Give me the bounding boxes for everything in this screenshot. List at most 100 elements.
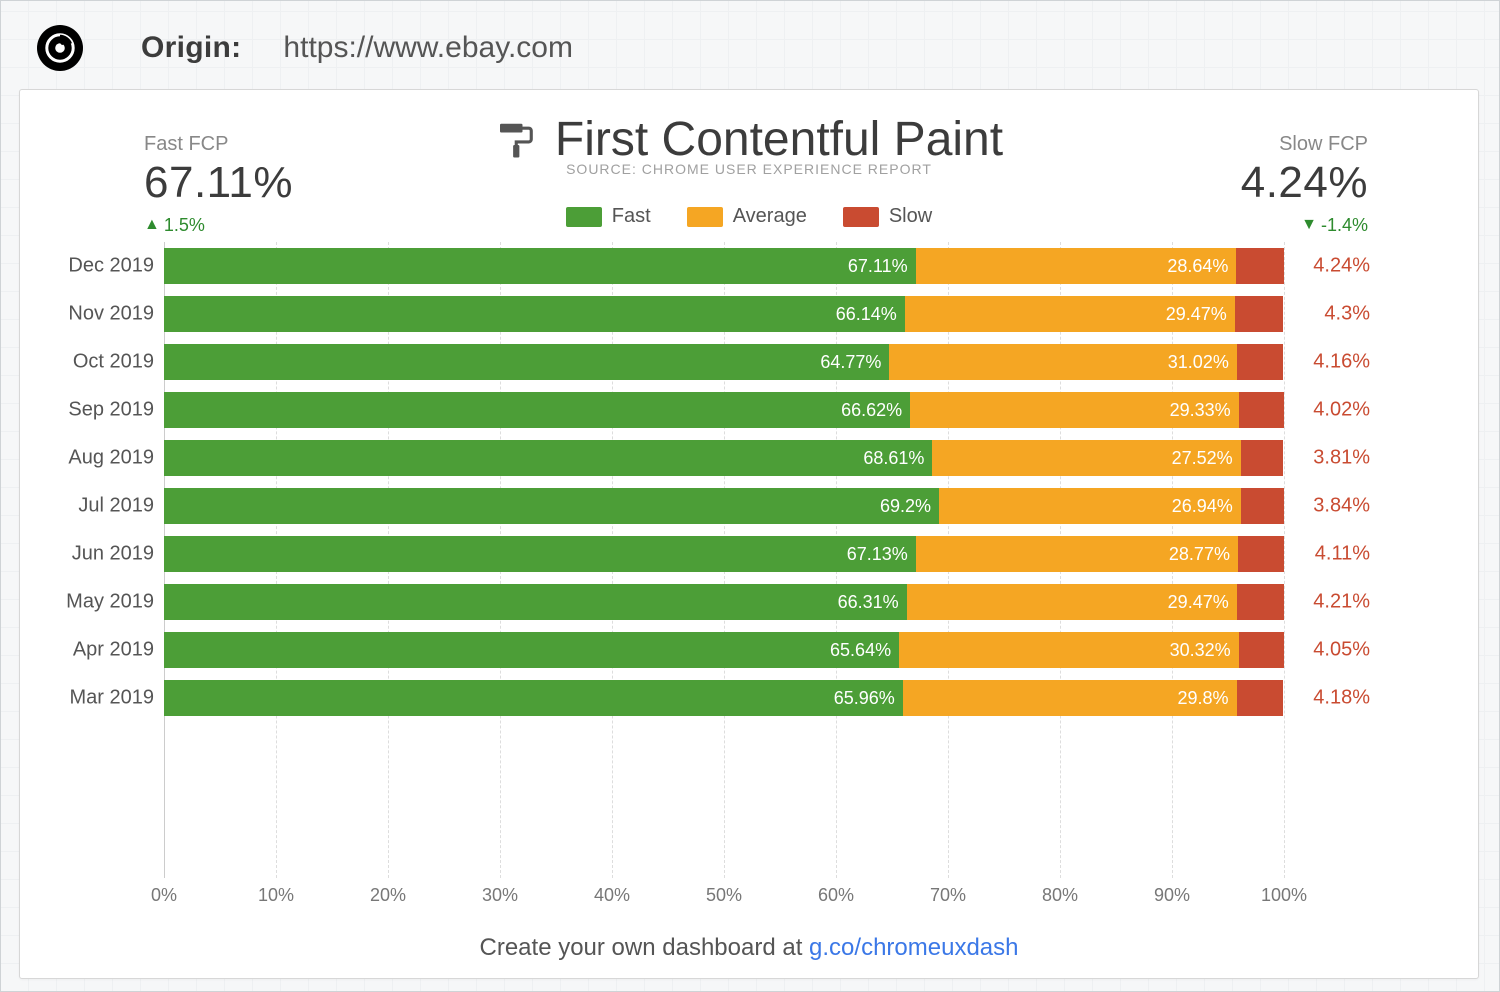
stacked-bar: 67.11%28.64%	[164, 248, 1284, 284]
stacked-bar: 66.14%29.47%	[164, 296, 1284, 332]
row-slow-label: 4.05%	[1313, 639, 1370, 662]
row-slow-label: 3.84%	[1313, 495, 1370, 518]
chrome-icon	[37, 25, 83, 71]
bar-segment-fast: 65.96%	[164, 680, 903, 716]
stacked-bar: 69.2%26.94%	[164, 488, 1284, 524]
row-slow-label: 4.16%	[1313, 351, 1370, 374]
xaxis-tick-label: 30%	[482, 885, 518, 906]
stacked-bar: 64.77%31.02%	[164, 344, 1284, 380]
row-category-label: Dec 2019	[54, 255, 154, 278]
origin-label: Origin:	[141, 31, 241, 65]
row-category-label: Nov 2019	[54, 303, 154, 326]
xaxis-tick-label: 90%	[1154, 885, 1190, 906]
legend-label-fast: Fast	[612, 205, 651, 228]
kpi-slow-value: 4.24%	[1241, 158, 1368, 209]
stacked-bar: 65.96%29.8%	[164, 680, 1284, 716]
table-row: Jul 201969.2%26.94%3.84%	[164, 488, 1284, 524]
bar-segment-average: 26.94%	[939, 488, 1241, 524]
gridline	[1284, 242, 1285, 878]
bar-segment-slow	[1236, 248, 1283, 284]
bar-segment-fast: 68.61%	[164, 440, 932, 476]
bar-segment-average: 29.47%	[905, 296, 1235, 332]
bar-segment-slow	[1241, 488, 1284, 524]
table-row: Sep 201966.62%29.33%4.02%	[164, 392, 1284, 428]
bar-segment-average: 30.32%	[899, 632, 1239, 668]
legend-label-average: Average	[733, 205, 807, 228]
table-row: Nov 201966.14%29.47%4.3%	[164, 296, 1284, 332]
bar-segment-slow	[1241, 440, 1284, 476]
legend-item-fast: Fast	[566, 205, 651, 228]
table-row: Aug 201968.61%27.52%3.81%	[164, 440, 1284, 476]
row-category-label: Jul 2019	[54, 495, 154, 518]
table-row: Oct 201964.77%31.02%4.16%	[164, 344, 1284, 380]
bar-segment-average: 28.77%	[916, 536, 1238, 572]
stacked-bar: 66.31%29.47%	[164, 584, 1284, 620]
bar-segment-average: 28.64%	[916, 248, 1237, 284]
bar-segment-fast: 66.31%	[164, 584, 907, 620]
bar-segment-average: 29.8%	[903, 680, 1237, 716]
legend-swatch-average	[687, 207, 723, 227]
bar-segment-fast: 66.14%	[164, 296, 905, 332]
footer-prefix: Create your own dashboard at	[480, 934, 810, 961]
row-slow-label: 4.02%	[1313, 399, 1370, 422]
row-category-label: Aug 2019	[54, 447, 154, 470]
xaxis-tick-label: 40%	[594, 885, 630, 906]
chart-rows: Dec 201967.11%28.64%4.24% Nov 201966.14%2…	[164, 242, 1284, 878]
xaxis-tick-label: 80%	[1042, 885, 1078, 906]
xaxis-tick-label: 100%	[1261, 885, 1307, 906]
row-category-label: Apr 2019	[54, 639, 154, 662]
row-category-label: May 2019	[54, 591, 154, 614]
xaxis-tick-label: 60%	[818, 885, 854, 906]
bar-segment-average: 29.33%	[910, 392, 1238, 428]
stacked-bar: 65.64%30.32%	[164, 632, 1284, 668]
legend-swatch-slow	[843, 207, 879, 227]
legend-swatch-fast	[566, 207, 602, 227]
legend-item-average: Average	[687, 205, 807, 228]
bar-segment-fast: 66.62%	[164, 392, 910, 428]
footer-text: Create your own dashboard at g.co/chrome…	[44, 924, 1454, 968]
kpi-fast-label: Fast FCP	[144, 133, 293, 156]
kpi-slow-label: Slow FCP	[1279, 133, 1368, 156]
footer-link[interactable]: g.co/chromeuxdash	[809, 934, 1018, 961]
report-card: First Contentful Paint SOURCE: CHROME US…	[19, 89, 1479, 979]
xaxis-tick-label: 70%	[930, 885, 966, 906]
stacked-bar: 67.13%28.77%	[164, 536, 1284, 572]
xaxis-tick-label: 0%	[151, 885, 177, 906]
table-row: Apr 201965.64%30.32%4.05%	[164, 632, 1284, 668]
bar-segment-fast: 65.64%	[164, 632, 899, 668]
bar-segment-slow	[1237, 344, 1284, 380]
bar-segment-slow	[1239, 392, 1284, 428]
bar-segment-fast: 67.11%	[164, 248, 916, 284]
xaxis-tick-label: 20%	[370, 885, 406, 906]
chart-legend: Fast Average Slow	[44, 205, 1454, 228]
row-category-label: Sep 2019	[54, 399, 154, 422]
table-row: Jun 201967.13%28.77%4.11%	[164, 536, 1284, 572]
row-slow-label: 4.21%	[1313, 591, 1370, 614]
bar-segment-average: 29.47%	[907, 584, 1237, 620]
table-row: Mar 201965.96%29.8%4.18%	[164, 680, 1284, 716]
bar-segment-slow	[1237, 584, 1284, 620]
kpi-fast-value: 67.11%	[144, 158, 293, 209]
bar-segment-slow	[1237, 680, 1284, 716]
table-row: Dec 201967.11%28.64%4.24%	[164, 248, 1284, 284]
bar-segment-fast: 64.77%	[164, 344, 889, 380]
row-slow-label: 4.18%	[1313, 687, 1370, 710]
bar-segment-slow	[1238, 536, 1284, 572]
legend-label-slow: Slow	[889, 205, 932, 228]
page-wrapper: Origin: https://www.ebay.com First Conte…	[0, 0, 1500, 992]
row-slow-label: 3.81%	[1313, 447, 1370, 470]
xaxis-tick-label: 50%	[706, 885, 742, 906]
stacked-bar: 66.62%29.33%	[164, 392, 1284, 428]
chart-area: 0% 10% 20% 30% 40% 50% 60% 70% 80% 90% 100% Dec 20…	[44, 242, 1454, 924]
row-category-label: Jun 2019	[54, 543, 154, 566]
stacked-bar: 68.61%27.52%	[164, 440, 1284, 476]
bar-segment-fast: 69.2%	[164, 488, 939, 524]
bar-segment-average: 27.52%	[932, 440, 1240, 476]
xaxis-tick-label: 10%	[258, 885, 294, 906]
top-bar: Origin: https://www.ebay.com	[1, 1, 1499, 89]
row-category-label: Mar 2019	[54, 687, 154, 710]
row-slow-label: 4.11%	[1315, 543, 1370, 566]
table-row: May 201966.31%29.47%4.21%	[164, 584, 1284, 620]
row-category-label: Oct 2019	[54, 351, 154, 374]
row-slow-label: 4.3%	[1324, 303, 1370, 326]
